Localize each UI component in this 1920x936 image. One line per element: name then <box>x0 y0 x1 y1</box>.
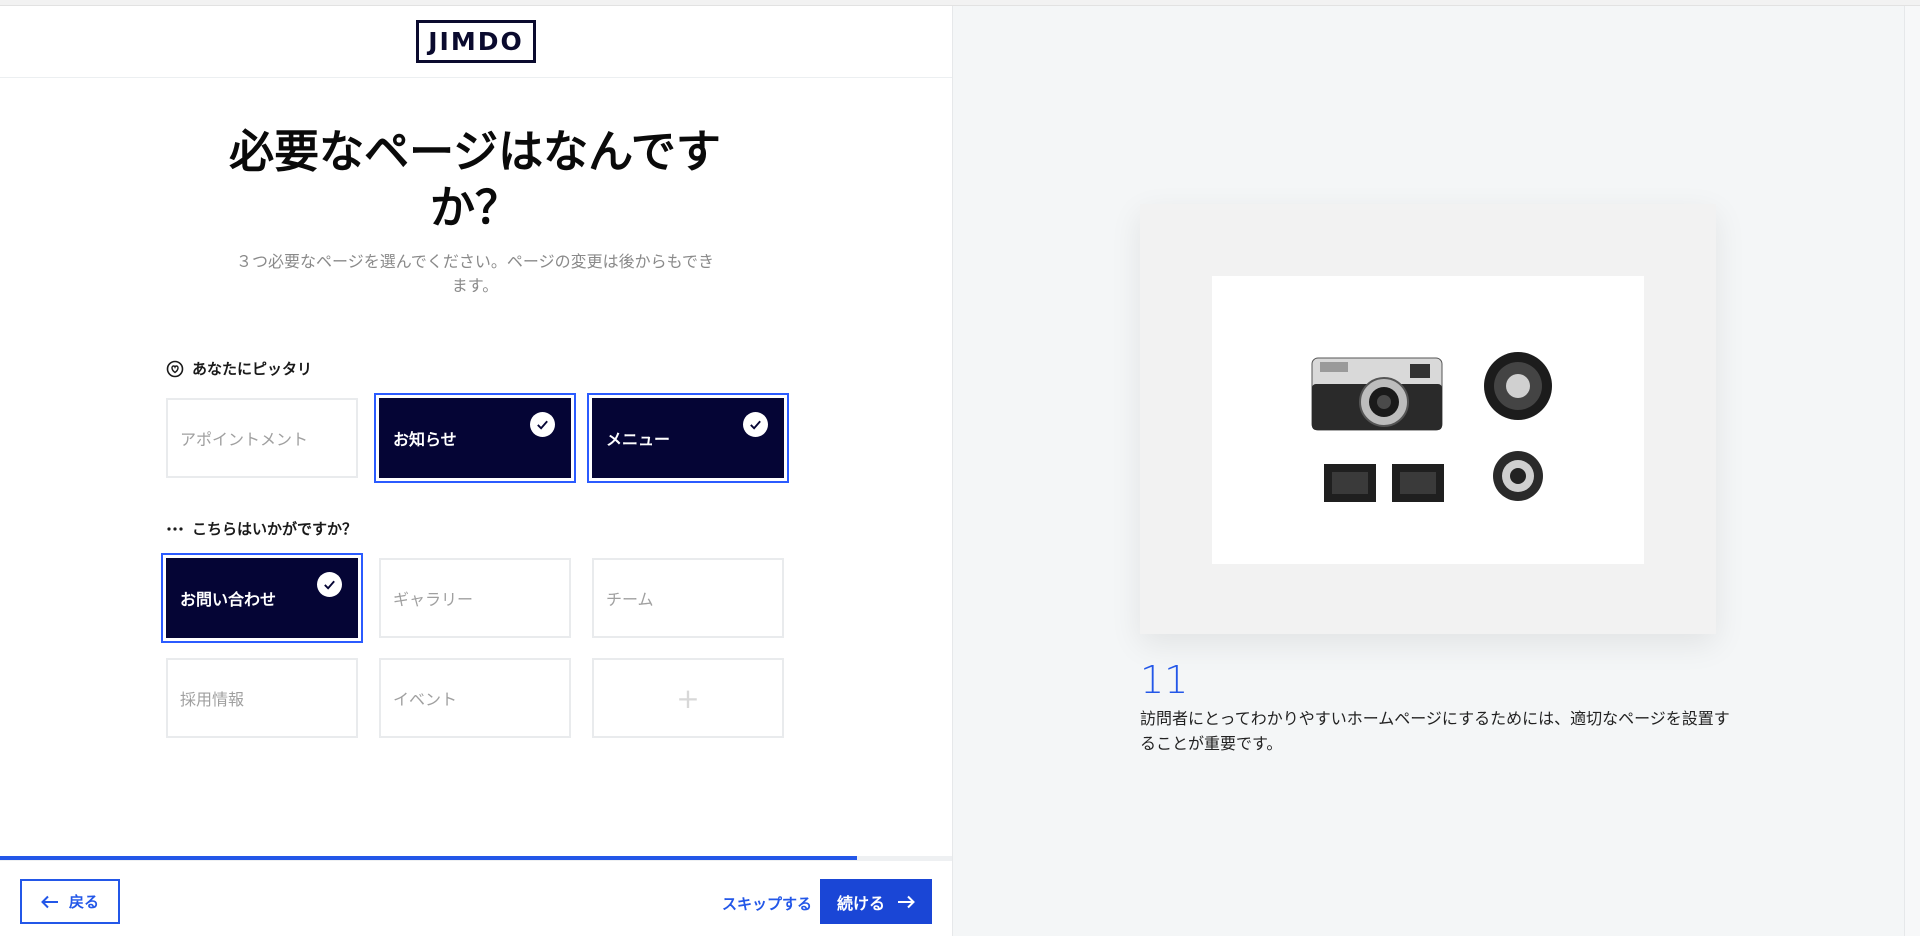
card-label: お問い合わせ <box>180 590 277 609</box>
ellipsis-icon <box>167 526 183 531</box>
continue-button[interactable]: 続ける <box>820 879 932 924</box>
card-label: 採用情報 <box>180 690 245 709</box>
section-recommended-text: あなたにピッタリ <box>192 360 313 378</box>
add-page-card[interactable]: + <box>592 658 784 738</box>
check-icon <box>530 412 555 437</box>
page-card-contact[interactable]: お問い合わせ <box>161 553 363 643</box>
tip-text: 訪問者にとってわかりやすいホームページにするためには、適切なページを設置すること… <box>1140 709 1730 753</box>
page-card-appointment[interactable]: アポイントメント <box>166 398 358 478</box>
card-label: ギャラリー <box>393 590 474 609</box>
user-heart-icon <box>166 360 184 377</box>
check-icon <box>317 572 342 597</box>
jimdo-logo[interactable]: JIMDO <box>416 20 536 63</box>
back-button[interactable]: 戻る <box>20 879 120 924</box>
section-recommended-label: あなたにピッタリ <box>166 358 312 379</box>
section-suggestions-label: こちらはいかがですか？ <box>166 518 357 539</box>
card-label: チーム <box>606 590 654 609</box>
back-label: 戻る <box>68 893 99 911</box>
page-card-recruitment[interactable]: 採用情報 <box>166 658 358 738</box>
section-suggestions-text: こちらはいかがですか？ <box>192 520 358 538</box>
camera-photo <box>1212 276 1644 564</box>
scrollbar[interactable] <box>1904 6 1920 936</box>
page-subtitle: ３つ必要なページを選んでください。ページの変更は後からもできます。 <box>236 252 714 295</box>
card-label: お知らせ <box>393 430 457 449</box>
page-title: 必要なページはなんですか？ <box>229 125 721 234</box>
arrow-left-icon <box>41 895 58 908</box>
preview-panel: 11 訪問者にとってわかりやすいホームページにするためには、適切なページを設置す… <box>952 6 1920 936</box>
camera-illustration <box>1311 352 1552 502</box>
page-card-gallery[interactable]: ギャラリー <box>379 558 571 638</box>
continue-label: 続ける <box>836 893 885 913</box>
wizard-panel: JIMDO 必要なページはなんですか？ ３つ必要なページを選んでください。ページ… <box>0 6 952 936</box>
header: JIMDO <box>0 6 952 78</box>
page-card-menu[interactable]: メニュー <box>587 393 789 483</box>
card-label: アポイントメント <box>180 430 309 449</box>
check-icon <box>743 412 768 437</box>
page-card-news[interactable]: お知らせ <box>374 393 576 483</box>
card-label: イベント <box>393 690 458 709</box>
skip-link[interactable]: スキップする <box>722 893 812 914</box>
footer-divider <box>0 860 952 861</box>
card-label: メニュー <box>606 430 671 449</box>
page-card-event[interactable]: イベント <box>379 658 571 738</box>
tip-number: 11 <box>1140 658 1189 702</box>
plus-icon: + <box>676 681 700 715</box>
preview-frame <box>1140 204 1716 634</box>
page-card-team[interactable]: チーム <box>592 558 784 638</box>
arrow-right-icon <box>898 895 915 908</box>
